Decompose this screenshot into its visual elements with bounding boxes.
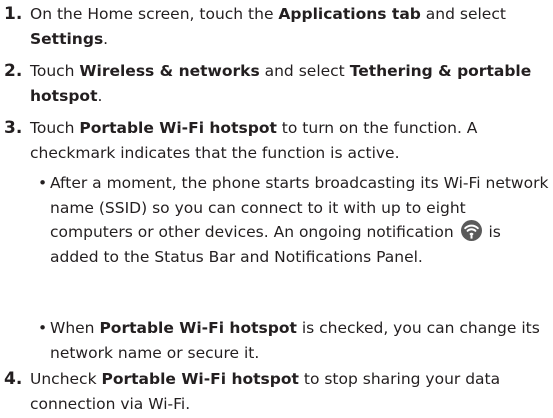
bullet-marker: • xyxy=(38,319,48,337)
ui-term: Portable Wi-Fi hotspot xyxy=(99,319,297,337)
step-number: 2. xyxy=(4,61,23,81)
bullet-item-2: • When Portable Wi-Fi hotspot is checked… xyxy=(38,316,549,365)
manual-page: 1. On the Home screen, touch the Applica… xyxy=(0,0,553,418)
step-number: 3. xyxy=(4,118,23,138)
text-run: Touch xyxy=(30,119,80,137)
ui-term: Portable Wi-Fi hotspot xyxy=(79,119,277,137)
text-run: When xyxy=(50,319,100,337)
text-run: On the Home screen, touch the xyxy=(30,5,279,23)
bullet-text: When Portable Wi-Fi hotspot is checked, … xyxy=(50,316,549,365)
step-text: Uncheck Portable Wi-Fi hotspot to stop s… xyxy=(30,367,549,416)
step-1: 1. On the Home screen, touch the Applica… xyxy=(4,2,549,51)
step-3: 3. Touch Portable Wi-Fi hotspot to turn … xyxy=(4,116,549,165)
ui-term: Applications tab xyxy=(278,5,421,23)
bullet-marker: • xyxy=(38,174,48,192)
text-run: and select xyxy=(420,5,506,23)
step-2: 2. Touch Wireless & networks and select … xyxy=(4,59,549,108)
text-run: and select xyxy=(259,62,350,80)
step-text: Touch Wireless & networks and select Tet… xyxy=(30,59,549,108)
text-run: . xyxy=(97,86,103,105)
step-text: Touch Portable Wi-Fi hotspot to turn on … xyxy=(30,116,549,165)
step-text: On the Home screen, touch the Applicatio… xyxy=(30,2,549,51)
ui-term: Settings xyxy=(30,29,104,48)
text-run: . xyxy=(103,29,109,48)
text-run: Touch xyxy=(30,62,80,80)
ui-term: Portable Wi-Fi hotspot xyxy=(101,370,299,388)
step-4: 4. Uncheck Portable Wi-Fi hotspot to sto… xyxy=(4,367,549,416)
bullet-text: After a moment, the phone starts broadca… xyxy=(50,171,549,269)
step-number: 4. xyxy=(4,369,23,389)
bullet-item-1: • After a moment, the phone starts broad… xyxy=(38,171,549,269)
step-number: 1. xyxy=(4,4,23,24)
text-run: Uncheck xyxy=(30,370,102,388)
ui-term: Wireless & networks xyxy=(79,62,260,80)
wifi-hotspot-notification-icon xyxy=(460,220,482,241)
